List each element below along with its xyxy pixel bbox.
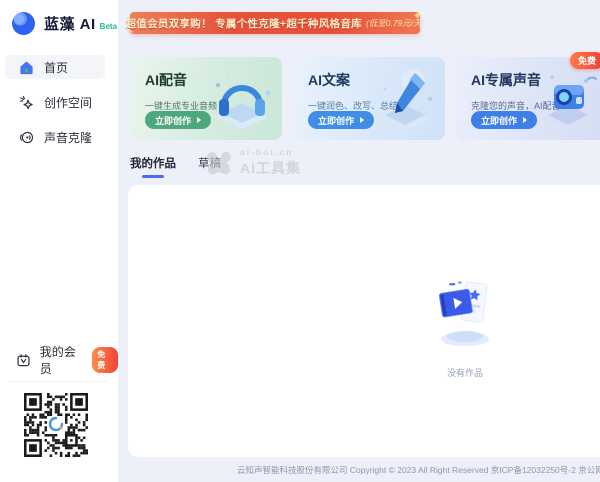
- sparkle-icon: [18, 94, 34, 110]
- sidebar-item-voice-clone[interactable]: 声音克隆: [5, 125, 105, 149]
- card-title: AI专属声音: [471, 70, 600, 90]
- feature-cards: AI配音 一键生成专业音频 立即创作 AI文案 一键润色、改写、总结 立即创作: [130, 57, 600, 140]
- beta-badge: Beta: [100, 22, 117, 31]
- create-now-button[interactable]: 立即创作: [308, 111, 374, 129]
- membership-icon: [16, 352, 32, 368]
- app-logo: 蓝藻 AI Beta: [12, 12, 117, 35]
- create-now-button[interactable]: 立即创作: [145, 111, 211, 129]
- app-logo-icon: [12, 12, 35, 35]
- sidebar-item-membership[interactable]: 我的会员 免费: [0, 348, 118, 372]
- free-badge: 免费: [570, 52, 600, 69]
- empty-state: 没有作品: [425, 277, 505, 379]
- membership-label: 我的会员: [40, 343, 87, 377]
- works-tabs: 我的作品 草稿: [130, 155, 221, 178]
- membership-free-badge: 免费: [92, 347, 118, 373]
- tab-drafts[interactable]: 草稿: [198, 155, 221, 178]
- watermark-title: AI工具集: [240, 158, 301, 178]
- sidebar-item-home[interactable]: 首页: [5, 55, 105, 79]
- empty-works-illustration: [425, 277, 505, 353]
- sidebar-divider: [8, 381, 108, 382]
- firework-icon: ✦: [412, 8, 423, 24]
- sidebar-item-creation-space[interactable]: 创作空间: [5, 90, 105, 114]
- membership-qr-code: [24, 393, 88, 457]
- card-ai-dubbing[interactable]: AI配音 一键生成专业音频 立即创作: [130, 57, 282, 140]
- empty-works-text: 没有作品: [425, 366, 505, 379]
- confetti-icon: ✦: [127, 27, 135, 38]
- home-icon: [18, 59, 34, 75]
- sidebar-item-label: 声音克隆: [44, 129, 92, 146]
- app-window: 蓝藻 AI Beta 首页 创作空间 声音克隆: [0, 0, 600, 482]
- watermark-text: ai-bot.cn AI工具集: [240, 147, 301, 178]
- arrow-right-icon: [360, 117, 364, 123]
- create-now-label: 立即创作: [318, 114, 354, 127]
- card-ai-copywriting[interactable]: AI文案 一键润色、改写、总结 立即创作: [293, 57, 445, 140]
- card-ai-exclusive-voice[interactable]: 免费 AI专属声音 克隆您的声音，AI配音 立即创作: [456, 57, 600, 140]
- create-now-label: 立即创作: [155, 114, 191, 127]
- card-title: AI配音: [145, 70, 282, 90]
- arrow-right-icon: [523, 117, 527, 123]
- voice-clone-icon: [18, 129, 34, 145]
- sidebar-nav: 首页 创作空间 声音克隆: [0, 55, 118, 160]
- create-now-button[interactable]: 立即创作: [471, 111, 537, 129]
- promo-banner[interactable]: 超值会员双享购！ 专属个性克隆+超千种风格音库 (低至0.79元/天) ✦ ✦: [130, 12, 420, 34]
- sidebar-item-label: 创作空间: [44, 94, 92, 111]
- create-now-label: 立即创作: [481, 114, 517, 127]
- card-title: AI文案: [308, 70, 445, 90]
- watermark-url: ai-bot.cn: [240, 147, 301, 157]
- arrow-right-icon: [197, 117, 201, 123]
- footer-copyright: 云知声智能科技股份有限公司 Copyright © 2023 All Right…: [237, 464, 600, 476]
- sidebar: 蓝藻 AI Beta 首页 创作空间 声音克隆: [0, 0, 118, 482]
- tab-my-works[interactable]: 我的作品: [130, 155, 176, 178]
- sidebar-item-label: 首页: [44, 59, 68, 76]
- app-title: 蓝藻 AI: [44, 13, 96, 34]
- promo-banner-text: 超值会员双享购！ 专属个性克隆+超千种风格音库: [125, 16, 361, 31]
- works-panel: 没有作品: [128, 185, 600, 457]
